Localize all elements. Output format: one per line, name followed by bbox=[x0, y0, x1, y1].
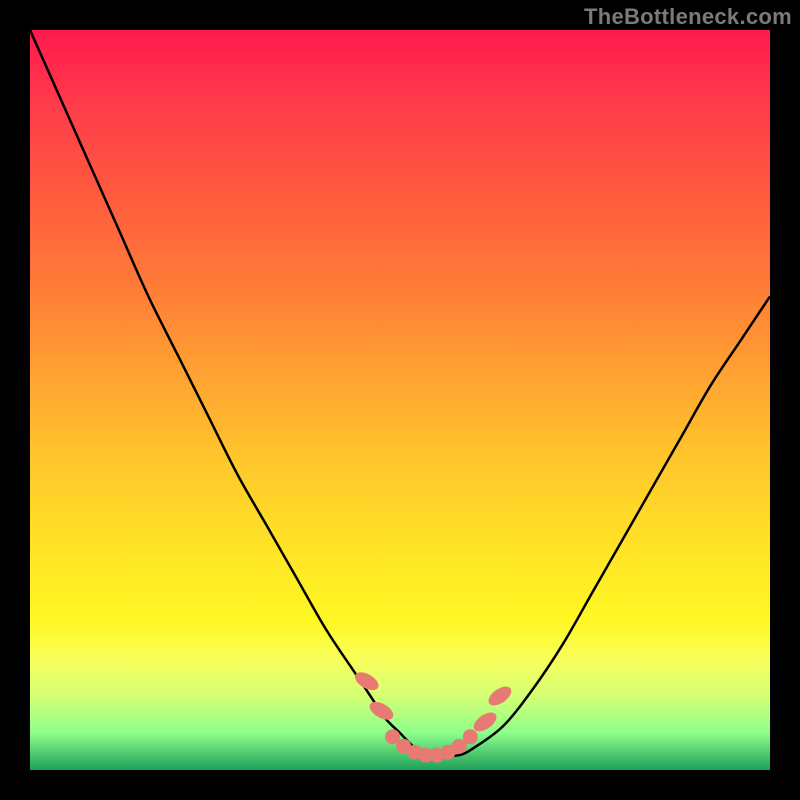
curve-marker bbox=[485, 683, 514, 709]
curve-bead bbox=[463, 729, 478, 744]
chart-frame: TheBottleneck.com bbox=[0, 0, 800, 800]
chart-svg bbox=[30, 30, 770, 770]
marker-group bbox=[352, 669, 515, 763]
watermark-text: TheBottleneck.com bbox=[584, 4, 792, 30]
curve-marker bbox=[367, 698, 397, 723]
bottleneck-curve bbox=[30, 30, 770, 756]
